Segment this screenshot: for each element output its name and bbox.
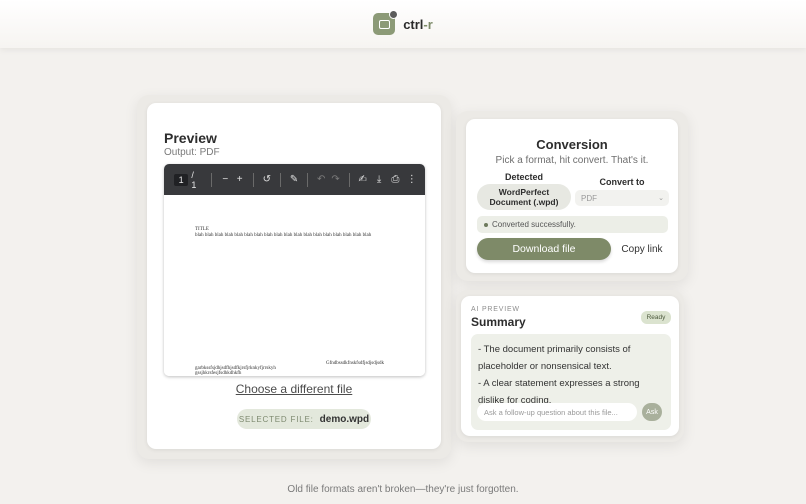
follow-up-input[interactable] — [477, 403, 637, 421]
status-dot-icon — [484, 222, 488, 227]
document-convert-icon — [373, 10, 399, 35]
ai-summary-card-outer: AI PREVIEW Summary Ready - The document … — [456, 290, 684, 442]
selected-file-name: demo.wpd — [319, 413, 370, 425]
summary-title: Summary — [471, 315, 526, 329]
more-options-icon[interactable]: ⋮ — [405, 174, 419, 185]
summary-text: - The document primarily consists of pla… — [478, 341, 666, 409]
pdf-viewer[interactable]: 1 / 1 − + ↺ ✎ ↶ ↷ ✍ ⤓ ⎙ ⋮ TITLE blah bla… — [164, 164, 425, 376]
ask-button[interactable]: Ask — [642, 403, 662, 421]
selected-file-label: SELECTED FILE: — [238, 414, 314, 424]
toolbar-divider — [280, 172, 281, 187]
zoom-in-icon[interactable]: + — [233, 174, 247, 185]
convert-to-label: Convert to — [599, 177, 645, 187]
footer-tagline: Old file formats aren't broken—they're j… — [287, 484, 519, 495]
brand[interactable]: ctrl-r — [373, 10, 433, 35]
selected-file-pill: SELECTED FILE: demo.wpd — [237, 409, 371, 429]
convert-to-select[interactable]: PDF ⌄ — [575, 190, 669, 206]
preview-card-outer: Preview Output: PDF 1 / 1 − + ↺ ✎ ↶ ↷ ✍ … — [137, 95, 451, 459]
detected-label: Detected — [504, 172, 543, 182]
toolbar-divider — [252, 172, 254, 187]
document-text: blah blah blah blah blah blah blah blah … — [195, 233, 372, 238]
redo-icon[interactable]: ↷ — [328, 174, 342, 185]
conversion-card-outer: Conversion Pick a format, hit convert. T… — [456, 111, 688, 281]
ready-badge: Ready — [641, 311, 671, 324]
page-number-input[interactable]: 1 — [174, 173, 189, 186]
pdf-page: TITLE blah blah blah blah blah blah blah… — [164, 195, 425, 376]
sign-icon[interactable]: ✍ — [356, 174, 370, 185]
ai-preview-kicker: AI PREVIEW — [471, 306, 520, 313]
page-total: / 1 — [191, 169, 197, 190]
status-message: Converted successfully. — [477, 216, 668, 233]
download-icon[interactable]: ⤓ — [372, 174, 386, 185]
zoom-out-icon[interactable]: − — [218, 174, 232, 185]
conversion-card: Conversion Pick a format, hit convert. T… — [466, 119, 678, 273]
conversion-subtitle: Pick a format, hit convert. That's it. — [495, 155, 649, 166]
download-file-button[interactable]: Download file — [477, 238, 611, 260]
preview-card: Preview Output: PDF 1 / 1 − + ↺ ✎ ↶ ↷ ✍ … — [147, 103, 441, 449]
status-text: Converted successfully. — [492, 220, 576, 229]
document-title: TITLE — [195, 227, 209, 232]
conversion-title: Conversion — [536, 137, 608, 152]
copy-link-button[interactable]: Copy link — [616, 238, 668, 260]
pdf-toolbar: 1 / 1 − + ↺ ✎ ↶ ↷ ✍ ⤓ ⎙ ⋮ — [164, 164, 425, 195]
output-format-label: Output: PDF — [164, 147, 220, 158]
toolbar-divider — [307, 172, 308, 187]
detected-format-badge: WordPerfect Document (.wpd) — [477, 184, 571, 210]
chevron-down-icon: ⌄ — [658, 195, 664, 202]
preview-title: Preview — [164, 130, 217, 146]
app-header: ctrl-r — [0, 0, 806, 48]
toolbar-divider — [211, 172, 213, 187]
print-icon[interactable]: ⎙ — [388, 174, 402, 185]
brand-name: ctrl-r — [403, 16, 433, 32]
ai-summary-card: AI PREVIEW Summary Ready - The document … — [461, 296, 679, 436]
convert-to-value: PDF — [581, 193, 597, 203]
document-text: gssjhkrsfesjfsdhkdhkfh — [195, 371, 242, 376]
annotate-icon[interactable]: ✎ — [287, 174, 301, 185]
toolbar-divider — [348, 172, 350, 187]
rotate-icon[interactable]: ↺ — [260, 174, 274, 185]
summary-point: - The document primarily consists of pla… — [478, 344, 631, 372]
undo-icon[interactable]: ↶ — [314, 174, 328, 185]
summary-body: - The document primarily consists of pla… — [471, 334, 671, 430]
choose-file-link[interactable]: Choose a different file — [147, 382, 441, 396]
document-text: Gfndbssdkfnskfsdfjsdjsdjsdk — [326, 361, 385, 366]
